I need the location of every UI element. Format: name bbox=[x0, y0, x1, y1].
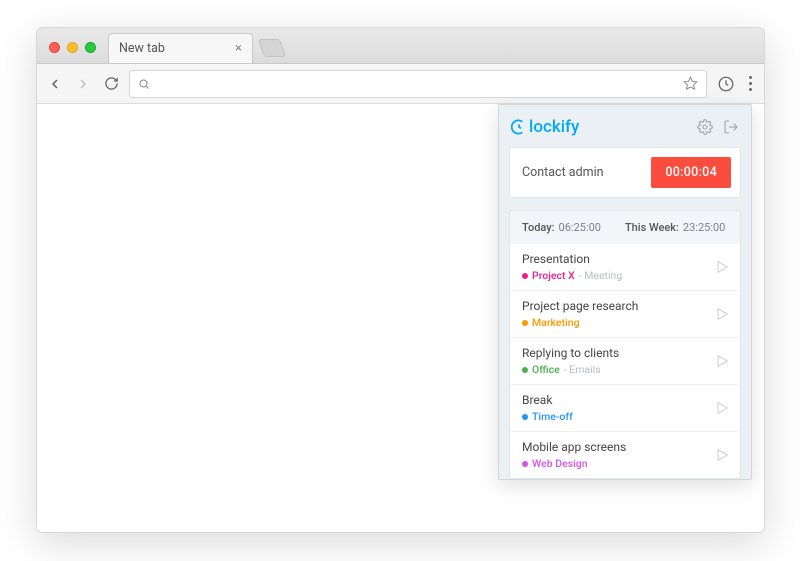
bookmark-star-icon[interactable] bbox=[683, 76, 698, 91]
week-summary: This Week: 23:25:00 bbox=[625, 221, 725, 234]
time-entry[interactable]: Mobile app screens Web Design bbox=[510, 431, 740, 478]
play-icon bbox=[714, 353, 730, 369]
clockify-popup: lockify Contact admin 00:00:04 Today: 06:… bbox=[498, 104, 752, 480]
project-color-dot bbox=[522, 320, 528, 326]
clock-icon bbox=[511, 119, 527, 135]
browser-menu-button[interactable] bbox=[745, 76, 756, 91]
time-summary-bar: Today: 06:25:00 This Week: 23:25:00 bbox=[509, 210, 741, 244]
project-color-dot bbox=[522, 414, 528, 420]
forward-button[interactable] bbox=[73, 74, 93, 94]
logo-text: lockify bbox=[529, 117, 579, 137]
week-value: 23:25:00 bbox=[683, 221, 725, 234]
project-color-dot bbox=[522, 367, 528, 373]
minimize-window-button[interactable] bbox=[67, 42, 78, 53]
entry-project: Time-off bbox=[532, 410, 573, 423]
close-window-button[interactable] bbox=[49, 42, 60, 53]
today-label: Today: bbox=[522, 221, 555, 234]
clockify-extension-icon[interactable] bbox=[715, 73, 737, 95]
play-button[interactable] bbox=[714, 400, 730, 416]
address-input[interactable] bbox=[156, 76, 677, 91]
project-color-dot bbox=[522, 461, 528, 467]
play-button[interactable] bbox=[714, 353, 730, 369]
play-icon bbox=[714, 447, 730, 463]
play-icon bbox=[714, 400, 730, 416]
close-tab-icon[interactable]: × bbox=[235, 41, 242, 56]
time-entry[interactable]: Presentation Project X - Meeting bbox=[510, 244, 740, 290]
play-button[interactable] bbox=[714, 259, 730, 275]
active-tracker-card: Contact admin 00:00:04 bbox=[509, 147, 741, 198]
tab-title: New tab bbox=[119, 41, 165, 56]
play-icon bbox=[714, 306, 730, 322]
time-entry[interactable]: Project page research Marketing bbox=[510, 290, 740, 337]
browser-toolbar bbox=[37, 64, 764, 104]
reload-button[interactable] bbox=[101, 74, 121, 94]
window-controls bbox=[45, 42, 102, 63]
entry-project: Marketing bbox=[532, 316, 580, 329]
maximize-window-button[interactable] bbox=[85, 42, 96, 53]
settings-gear-icon[interactable] bbox=[697, 119, 713, 135]
logout-icon[interactable] bbox=[723, 119, 739, 135]
timer-value: 00:00:04 bbox=[665, 165, 717, 180]
entry-task: - Meeting bbox=[579, 269, 623, 282]
popup-header: lockify bbox=[509, 115, 741, 147]
entry-title: Break bbox=[522, 393, 573, 407]
today-value: 06:25:00 bbox=[559, 221, 601, 234]
browser-window: New tab × bbox=[36, 27, 765, 533]
entries-list: Presentation Project X - Meeting Project p… bbox=[509, 244, 741, 479]
entry-project: Web Design bbox=[532, 457, 588, 470]
play-button[interactable] bbox=[714, 306, 730, 322]
play-button[interactable] bbox=[714, 447, 730, 463]
entry-title: Mobile app screens bbox=[522, 440, 626, 454]
play-icon bbox=[714, 259, 730, 275]
search-icon bbox=[138, 78, 150, 90]
entry-title: Replying to clients bbox=[522, 346, 619, 360]
time-entry[interactable]: Break Time-off bbox=[510, 384, 740, 431]
week-label: This Week: bbox=[625, 221, 679, 234]
tab-strip: New tab × bbox=[37, 28, 764, 64]
browser-content: lockify Contact admin 00:00:04 Today: 06:… bbox=[37, 104, 764, 532]
entry-project: Project X bbox=[532, 269, 575, 282]
back-button[interactable] bbox=[45, 74, 65, 94]
entry-title: Presentation bbox=[522, 252, 622, 266]
entry-title: Project page research bbox=[522, 299, 638, 313]
browser-tab[interactable]: New tab × bbox=[108, 33, 253, 63]
entry-project: Office bbox=[532, 363, 560, 376]
time-entry[interactable]: Replying to clients Office - Emails bbox=[510, 337, 740, 384]
project-color-dot bbox=[522, 273, 528, 279]
timer-stop-button[interactable]: 00:00:04 bbox=[651, 157, 731, 188]
entry-task: - Emails bbox=[564, 363, 601, 376]
clockify-logo: lockify bbox=[511, 117, 579, 137]
address-bar[interactable] bbox=[129, 70, 707, 98]
tracker-description[interactable]: Contact admin bbox=[522, 165, 604, 180]
new-tab-button[interactable] bbox=[258, 39, 286, 57]
today-summary: Today: 06:25:00 bbox=[522, 221, 601, 234]
